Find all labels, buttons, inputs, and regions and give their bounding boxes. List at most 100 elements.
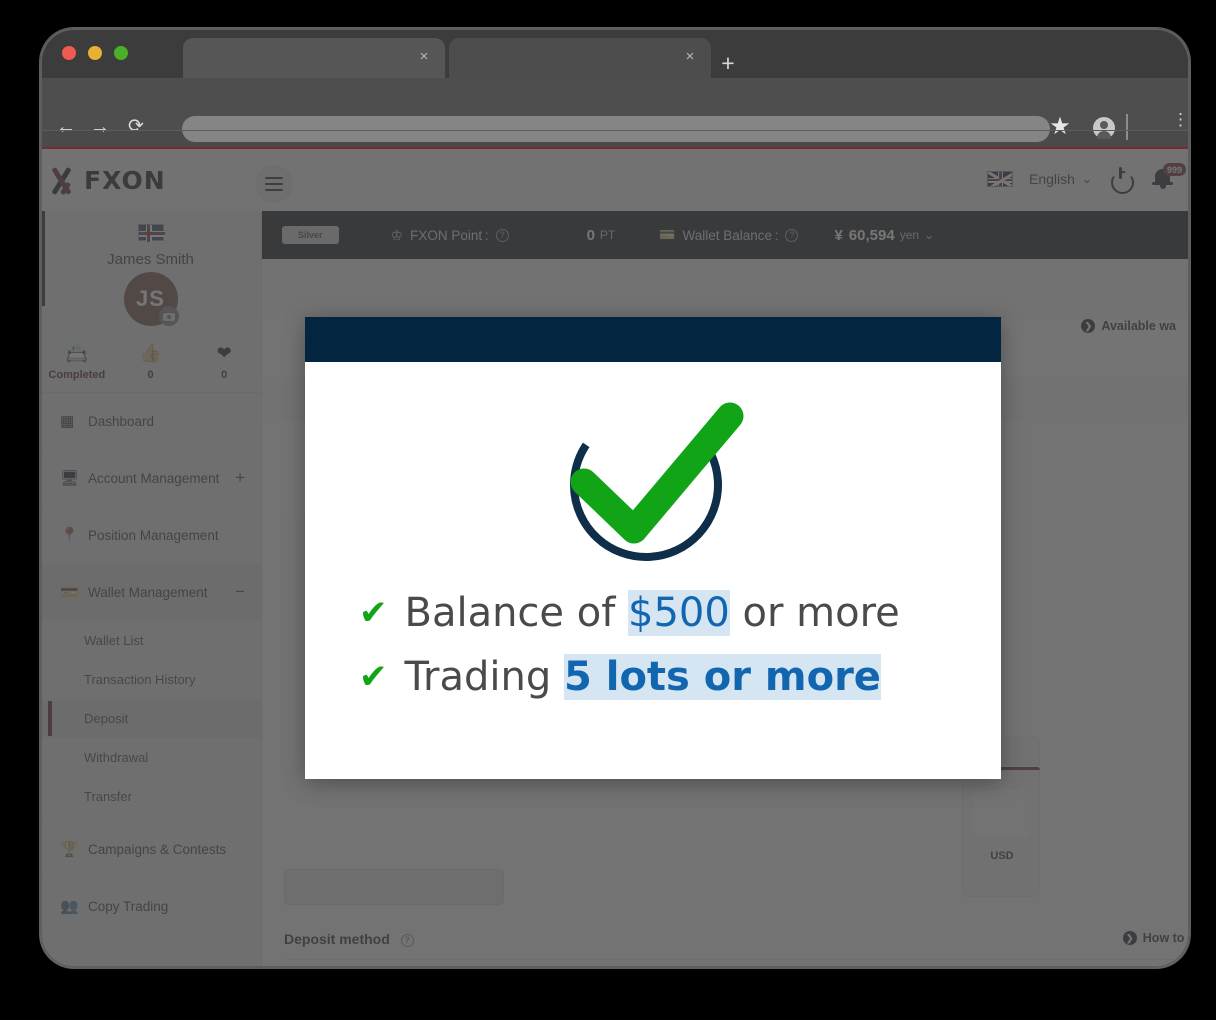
- browser-tabstrip: × × +: [40, 28, 1190, 80]
- modal-bullet-line: ✔ Trading 5 lots or more: [359, 646, 1001, 710]
- help-icon[interactable]: ?: [400, 933, 414, 947]
- hamburger-menu-button[interactable]: [255, 165, 293, 203]
- wallet-currency-symbol: ¥: [834, 226, 843, 244]
- fxon-logo[interactable]: FXON: [46, 166, 166, 195]
- user-name: James Smith: [107, 251, 194, 268]
- thumbs-up-icon: 👍: [139, 343, 162, 363]
- card-inner: [973, 790, 1031, 838]
- verified-id-icon: 📇: [65, 343, 89, 363]
- sidebar-item-deposit[interactable]: Deposit: [40, 699, 261, 738]
- notification-badge: 999: [1162, 163, 1186, 176]
- sidebar-item-label: Account Management: [88, 470, 220, 486]
- stat-completed: 📇 Completed: [40, 342, 114, 381]
- section-divider: [284, 959, 1190, 960]
- sidebar-item-dashboard[interactable]: ▦ Dashboard: [40, 393, 261, 450]
- wallet-icon: 💳: [60, 584, 79, 601]
- sidebar-item-campaigns-contests[interactable]: 🏆 Campaigns & Contests: [40, 821, 261, 878]
- amount-input[interactable]: [284, 869, 504, 905]
- notifications-button[interactable]: 999: [1150, 163, 1186, 193]
- trophy-icon: 🏆: [60, 841, 79, 858]
- chevron-down-icon[interactable]: ⌄: [924, 228, 934, 242]
- sidebar-subitem-label: Withdrawal: [84, 750, 149, 765]
- bullet-post: or more: [729, 590, 900, 636]
- new-tab-button[interactable]: +: [716, 52, 740, 76]
- sidebar-subitem-label: Transfer: [84, 789, 132, 804]
- chevron-right-icon: ❯: [1081, 319, 1096, 333]
- bullet-text: Trading 5 lots or more: [405, 646, 881, 708]
- help-icon[interactable]: ?: [785, 228, 799, 242]
- browser-tab[interactable]: ×: [449, 38, 711, 80]
- sidebar-item-label: Copy Trading: [88, 898, 169, 914]
- people-icon: 👥: [60, 898, 79, 915]
- sidebar-item-label: Wallet Management: [88, 584, 208, 600]
- sidebar-subitem-label: Transaction History: [84, 672, 196, 687]
- bullet-pre: Trading: [404, 654, 564, 700]
- logo-x-icon: [46, 166, 76, 195]
- power-icon[interactable]: [1108, 166, 1134, 192]
- how-to-deposit-link[interactable]: ❯ How to deposit f: [1122, 931, 1190, 945]
- forward-icon[interactable]: →: [87, 114, 113, 140]
- stat-value: Completed: [48, 369, 106, 381]
- browser-tab[interactable]: ×: [183, 38, 445, 80]
- available-wallet-link[interactable]: ❯ Available wa: [1081, 319, 1176, 333]
- help-icon[interactable]: ?: [495, 228, 509, 242]
- deposit-method-title: Deposit method ?: [284, 931, 414, 947]
- wallet-balance-unit: yen: [899, 228, 920, 242]
- sidebar-item-transaction-history[interactable]: Transaction History: [40, 660, 261, 699]
- browser-profile-avatar[interactable]: [1093, 117, 1115, 139]
- language-selector-label[interactable]: English: [1029, 171, 1075, 187]
- check-icon: ✔: [359, 593, 388, 633]
- address-bar-input[interactable]: [182, 116, 1050, 142]
- sidebar-item-wallet-management[interactable]: 💳 Wallet Management −: [40, 564, 261, 621]
- browser-toolbar: ← → ⟳ ★ ⋮: [40, 78, 1190, 142]
- sidebar-item-copy-trading[interactable]: 👥 Copy Trading: [40, 878, 261, 935]
- sidebar-item-label: Position Management: [88, 527, 219, 543]
- sidebar-item-account-management[interactable]: 🖥 Account Management +: [40, 450, 261, 507]
- logo-text: FXON: [84, 166, 166, 195]
- pin-icon: 📍: [60, 527, 79, 544]
- toolbar-separator: [40, 130, 1190, 131]
- uk-flag-icon: [987, 171, 1014, 187]
- wallet-balance-label: Wallet Balance :: [682, 227, 779, 243]
- bullet-text: Balance of $500 or more: [405, 582, 900, 644]
- browser-menu-icon[interactable]: ⋮: [1172, 111, 1189, 138]
- sidebar-item-position-management[interactable]: 📍 Position Management: [40, 507, 261, 564]
- usd-card-label: USD: [990, 850, 1014, 862]
- sidebar-item-label: Campaigns & Contests: [88, 841, 227, 857]
- modal-header: [305, 317, 1001, 362]
- modal-bullets: ✔ Balance of $500 or more ✔ Trading 5 lo…: [305, 582, 1001, 710]
- deposit-method-label: Deposit method: [284, 931, 390, 947]
- chevron-down-icon[interactable]: ⌄: [1082, 172, 1092, 186]
- sidebar-nav: ▦ Dashboard 🖥 Account Management + 📍 Pos…: [40, 393, 261, 935]
- collapse-icon[interactable]: −: [235, 582, 245, 602]
- close-window-button[interactable]: [62, 46, 76, 60]
- modal-bullet-line: ✔ Balance of $500 or more: [359, 582, 1001, 646]
- fxon-point-label: FXON Point :: [410, 227, 489, 243]
- minimize-window-button[interactable]: [88, 46, 102, 60]
- stat-likes: 👍 0: [114, 342, 188, 381]
- reload-icon[interactable]: ⟳: [123, 114, 149, 140]
- browser-window: × × + ← → ⟳ ★ ⋮ FXON English ⌄ 999 James…: [40, 28, 1190, 968]
- expand-icon[interactable]: +: [235, 468, 245, 488]
- close-icon[interactable]: ×: [415, 48, 433, 66]
- sidebar-item-transfer[interactable]: Transfer: [40, 777, 261, 816]
- camera-icon[interactable]: [158, 306, 179, 326]
- sidebar-subitem-label: Wallet List: [84, 633, 144, 648]
- back-icon[interactable]: ←: [53, 114, 79, 140]
- toolbar-divider: [1126, 114, 1128, 140]
- bookmark-star-icon[interactable]: ★: [1047, 114, 1073, 140]
- available-wallet-label: Available wa: [1101, 319, 1176, 333]
- wallet-icon: 💳: [659, 227, 676, 242]
- content-band: [262, 259, 1190, 319]
- how-to-deposit-label: How to deposit f: [1142, 931, 1190, 945]
- fxon-point-unit: PT: [599, 228, 616, 242]
- monitor-icon: 🖥: [60, 470, 80, 487]
- sidebar-item-wallet-list[interactable]: Wallet List: [40, 621, 261, 660]
- grid-icon: ▦: [60, 413, 75, 430]
- sidebar: James Smith JS 📇 Completed 👍 0 ❤ 0 ▦ Das…: [40, 211, 262, 968]
- window-traffic-lights: [62, 46, 128, 60]
- close-icon[interactable]: ×: [681, 48, 699, 66]
- sidebar-item-withdrawal[interactable]: Withdrawal: [40, 738, 261, 777]
- maximize-window-button[interactable]: [114, 46, 128, 60]
- account-status-bar: Silver ♔ FXON Point : ? 0 PT 💳 Wallet Ba…: [262, 211, 1190, 259]
